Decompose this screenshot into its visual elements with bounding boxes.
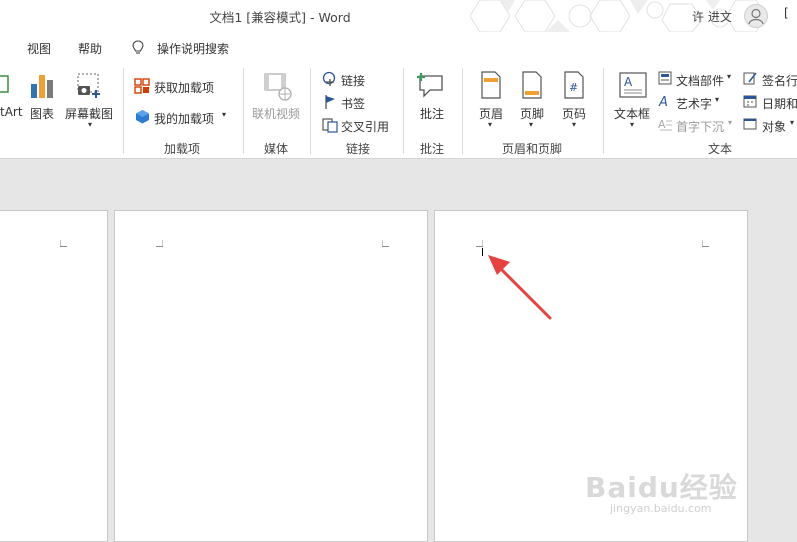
document-page[interactable] — [114, 210, 428, 542]
smartart-icon[interactable] — [0, 72, 10, 98]
group-separator — [603, 68, 604, 154]
object-icon[interactable] — [743, 117, 757, 131]
group-separator — [403, 68, 404, 154]
my-addins-button[interactable]: 我的加载项 — [154, 110, 214, 127]
svg-text:A: A — [658, 118, 666, 131]
new-comment-button[interactable]: 批注 — [420, 105, 444, 122]
chevron-down-icon[interactable]: ▾ — [572, 120, 576, 129]
tell-me-search[interactable]: 操作说明搜索 — [157, 40, 229, 57]
ribbon-display-options-button[interactable]: [ — [784, 6, 789, 20]
footer-icon[interactable] — [521, 70, 543, 100]
drop-cap-button: 首字下沉 — [676, 120, 725, 134]
baidu-watermark: Baidu经验 — [585, 471, 738, 504]
tab-view[interactable]: 视图 — [27, 40, 51, 57]
chevron-down-icon: ▾ — [728, 118, 733, 127]
object-button[interactable]: 对象 — [762, 118, 786, 135]
svg-text:#: # — [569, 81, 578, 94]
link-button[interactable]: 链接 — [341, 72, 365, 89]
screenshot-icon[interactable] — [75, 72, 105, 102]
chevron-down-icon[interactable]: ▾ — [222, 110, 226, 119]
group-label-header-footer: 页眉和页脚 — [501, 142, 562, 156]
wordart-button[interactable]: 艺术字 — [676, 95, 712, 112]
chevron-down-icon[interactable]: ▾ — [529, 120, 533, 129]
lightbulb-icon — [132, 40, 144, 54]
window-title: 文档1 [兼容模式] - Word — [209, 10, 351, 25]
group-label-text: 文本 — [707, 142, 732, 156]
svg-text:A: A — [658, 95, 668, 108]
annotation-arrow — [488, 255, 552, 320]
tab-help[interactable]: 帮助 — [78, 40, 102, 57]
page-number-icon[interactable]: # — [563, 70, 585, 100]
online-video-button: 联机视频 — [252, 107, 301, 121]
chevron-down-icon[interactable]: ▾ — [88, 120, 92, 129]
group-separator — [123, 68, 124, 154]
drop-cap-icon: A — [658, 118, 672, 131]
date-time-icon[interactable] — [743, 94, 757, 108]
signature-line-icon[interactable] — [743, 71, 757, 85]
get-addins-button[interactable]: 获取加载项 — [154, 79, 214, 96]
cross-reference-icon[interactable] — [322, 117, 338, 133]
chart-button-label[interactable]: 图表 — [30, 105, 54, 122]
cross-reference-button[interactable]: 交叉引用 — [341, 118, 389, 135]
quick-parts-button[interactable]: 文档部件 — [676, 72, 724, 89]
bookmark-icon[interactable] — [322, 94, 338, 110]
store-icon[interactable] — [134, 78, 150, 94]
group-label-media: 媒体 — [263, 142, 288, 156]
menu-bar — [0, 32, 797, 62]
smartart-button-label[interactable]: tArt — [0, 105, 23, 119]
chevron-down-icon[interactable]: ▾ — [715, 95, 719, 104]
page-margin-mark — [156, 240, 163, 247]
my-addins-icon[interactable] — [135, 109, 150, 124]
new-comment-icon[interactable] — [417, 70, 447, 100]
group-label-addins: 加载项 — [163, 142, 200, 156]
link-icon[interactable] — [322, 71, 338, 87]
signature-line-button[interactable]: 签名行 — [762, 72, 797, 89]
document-page[interactable] — [0, 210, 108, 542]
group-separator — [462, 68, 463, 154]
group-separator — [243, 68, 244, 154]
page-margin-mark — [60, 240, 67, 247]
page-margin-mark — [382, 240, 389, 247]
chevron-down-icon[interactable]: ▾ — [488, 120, 492, 129]
chevron-down-icon[interactable]: ▾ — [727, 72, 731, 81]
chevron-down-icon[interactable]: ▾ — [630, 120, 634, 129]
group-label-links: 链接 — [345, 142, 370, 156]
user-avatar-icon[interactable] — [744, 4, 768, 28]
watermark-url: jingyan.baidu.com — [610, 502, 712, 515]
bookmark-button[interactable]: 书签 — [341, 95, 365, 112]
chart-icon[interactable] — [29, 72, 55, 100]
user-name[interactable]: 许 进文 — [692, 8, 732, 25]
wordart-icon[interactable]: A — [658, 94, 672, 108]
page-margin-mark — [702, 240, 709, 247]
svg-text:A: A — [624, 75, 633, 89]
group-label-comments: 批注 — [419, 142, 444, 156]
header-icon[interactable] — [480, 70, 502, 100]
quick-parts-icon[interactable] — [658, 71, 672, 85]
text-box-icon[interactable]: A — [618, 70, 648, 100]
group-separator — [310, 68, 311, 154]
online-video-icon — [264, 73, 292, 101]
chevron-down-icon[interactable]: ▾ — [790, 118, 794, 127]
date-time-button[interactable]: 日期和 — [762, 95, 797, 112]
